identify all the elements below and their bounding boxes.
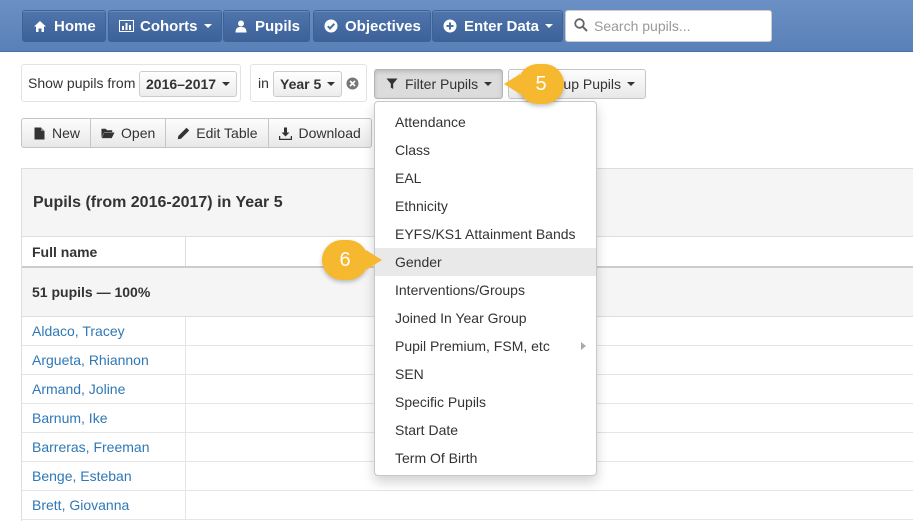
- new-button[interactable]: New: [21, 118, 92, 148]
- menu-item-gender[interactable]: Gender: [375, 248, 596, 276]
- menu-item-interventions-groups[interactable]: Interventions/Groups: [375, 276, 596, 304]
- folder-open-icon: [101, 126, 115, 140]
- pupil-link[interactable]: Brett, Giovanna: [22, 491, 186, 519]
- show-from-label: Show pupils from: [28, 75, 136, 91]
- open-label: Open: [121, 125, 156, 141]
- nav-pupils-label: Pupils: [255, 17, 301, 35]
- download-button[interactable]: Download: [267, 118, 372, 148]
- menu-item-eal[interactable]: EAL: [375, 164, 596, 192]
- chevron-down-icon: [484, 82, 493, 86]
- search-box[interactable]: [565, 10, 772, 42]
- pupil-link[interactable]: Aldaco, Tracey: [22, 317, 186, 345]
- nav-enter-data-label: Enter Data: [464, 17, 540, 35]
- user-icon: [233, 18, 249, 34]
- edit-table-label: Edit Table: [196, 125, 258, 141]
- step-callout-6: 6: [322, 240, 382, 280]
- chevron-down-icon: [627, 82, 635, 86]
- search-input[interactable]: [594, 18, 764, 34]
- menu-item-class[interactable]: Class: [375, 136, 596, 164]
- nav-home-label: Home: [54, 17, 96, 35]
- nav-enter-data-button[interactable]: Enter Data: [432, 10, 564, 42]
- top-navbar: Home Cohorts Pupils Objectives Enter Dat…: [0, 0, 913, 52]
- nav-cohorts-label: Cohorts: [140, 17, 198, 35]
- filter-pupils-label: Filter Pupils: [405, 76, 479, 92]
- nav-home-button[interactable]: Home: [22, 10, 106, 42]
- pupil-link[interactable]: Barnum, Ike: [22, 404, 186, 432]
- column-header-full-name[interactable]: Full name: [22, 237, 186, 266]
- chevron-down-icon: [222, 82, 231, 86]
- year-group-value: Year 5: [280, 76, 322, 92]
- menu-item-ethnicity[interactable]: Ethnicity: [375, 192, 596, 220]
- search-icon: [574, 17, 588, 35]
- menu-item-pupil-premium[interactable]: Pupil Premium, FSM, etc: [375, 332, 596, 360]
- remove-circle-icon[interactable]: [346, 77, 359, 93]
- menu-item-start-date[interactable]: Start Date: [375, 416, 596, 444]
- nav-pupils-button[interactable]: Pupils: [223, 10, 311, 42]
- download-icon: [279, 126, 293, 140]
- filter-pupils-button[interactable]: Filter Pupils: [374, 69, 504, 99]
- pupil-link[interactable]: Argueta, Rhiannon: [22, 346, 186, 374]
- step-callout-6-label: 6: [339, 248, 351, 271]
- menu-item-attendance[interactable]: Attendance: [375, 108, 596, 136]
- group-pupils-label: up Pupils: [563, 76, 621, 92]
- edit-table-button[interactable]: Edit Table: [165, 118, 269, 148]
- download-label: Download: [298, 125, 361, 141]
- pupil-link[interactable]: Benge, Esteban: [22, 462, 186, 490]
- menu-item-specific-pupils[interactable]: Specific Pupils: [375, 388, 596, 416]
- nav-objectives-label: Objectives: [345, 17, 421, 35]
- filter-icon: [385, 77, 399, 91]
- bar-chart-icon: [118, 18, 134, 34]
- pupil-link[interactable]: Armand, Joline: [22, 375, 186, 403]
- file-icon: [32, 126, 46, 140]
- year-range-select[interactable]: 2016–2017: [139, 71, 238, 97]
- chevron-down-icon: [545, 24, 554, 28]
- new-label: New: [52, 125, 81, 141]
- step-callout-5-label: 5: [535, 72, 547, 95]
- chevron-right-icon: [581, 342, 586, 350]
- open-button[interactable]: Open: [90, 118, 167, 148]
- table-row: Brett, Giovanna: [22, 491, 913, 520]
- menu-item-sen[interactable]: SEN: [375, 360, 596, 388]
- step-callout-5: 5: [504, 64, 564, 104]
- year-range-value: 2016–2017: [146, 76, 217, 92]
- year-group-select[interactable]: Year 5: [273, 71, 343, 97]
- home-icon: [32, 18, 48, 34]
- table-toolbar: New Open Edit Table Download: [21, 118, 372, 148]
- chevron-down-icon: [203, 24, 212, 28]
- menu-item-pupil-premium-label: Pupil Premium, FSM, etc: [395, 338, 550, 354]
- in-label: in: [258, 75, 269, 91]
- check-circle-icon: [323, 18, 339, 34]
- nav-cohorts-button[interactable]: Cohorts: [108, 10, 222, 42]
- chevron-down-icon: [327, 82, 336, 86]
- pencil-icon: [176, 126, 190, 140]
- menu-item-joined-in-year-group[interactable]: Joined In Year Group: [375, 304, 596, 332]
- nav-objectives-button[interactable]: Objectives: [313, 10, 431, 42]
- plus-circle-icon: [442, 18, 458, 34]
- menu-item-eyfs-ks1-attainment-bands[interactable]: EYFS/KS1 Attainment Bands: [375, 220, 596, 248]
- pupil-link[interactable]: Barreras, Freeman: [22, 433, 186, 461]
- filter-pupils-menu: Attendance Class EAL Ethnicity EYFS/KS1 …: [374, 101, 597, 476]
- menu-item-term-of-birth[interactable]: Term Of Birth: [375, 444, 596, 472]
